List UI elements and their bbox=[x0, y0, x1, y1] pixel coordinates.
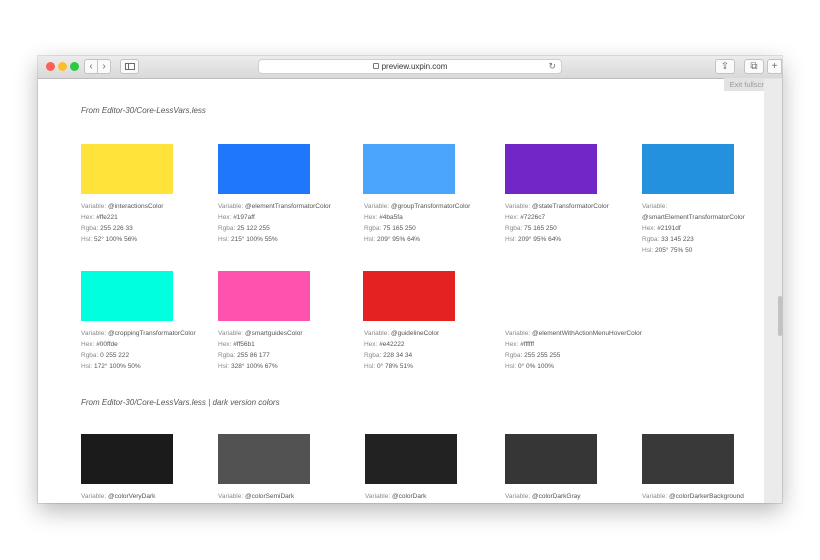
color-info: Variable: @colorDarkerBackground bbox=[642, 493, 744, 500]
color-swatch bbox=[365, 434, 457, 484]
close-window-button[interactable] bbox=[46, 62, 55, 71]
color-swatch bbox=[642, 144, 734, 194]
color-swatch bbox=[363, 144, 455, 194]
show-tabs-button[interactable]: ⧉ bbox=[744, 59, 764, 74]
color-swatch bbox=[81, 144, 173, 194]
lock-icon bbox=[372, 63, 379, 69]
color-swatch bbox=[218, 271, 310, 321]
color-info: Variable: @colorDarkGray bbox=[505, 493, 581, 500]
color-swatch bbox=[218, 434, 310, 484]
browser-window: ‹ › preview.uxpin.com ↻ ⇪ ⧉ + Exit fulls… bbox=[38, 56, 782, 503]
color-info: Variable: @smartElementTransformatorColo… bbox=[642, 203, 745, 254]
new-tab-button[interactable]: + bbox=[767, 59, 782, 74]
color-info: Variable: @elementWithActionMenuHoverCol… bbox=[505, 330, 642, 370]
sidebar-toggle-button[interactable] bbox=[120, 59, 139, 74]
section-title: From Editor-30/Core-LessVars.less | dark… bbox=[81, 398, 280, 407]
color-swatch bbox=[505, 271, 597, 321]
scrollbar-track[interactable] bbox=[764, 79, 782, 503]
color-swatch bbox=[363, 271, 455, 321]
color-swatch bbox=[642, 434, 734, 484]
color-info: Variable: @smartguidesColor Hex: #ff56b1… bbox=[218, 330, 303, 370]
chevron-right-icon: › bbox=[102, 61, 106, 72]
browser-toolbar: ‹ › preview.uxpin.com ↻ ⇪ ⧉ + bbox=[38, 56, 782, 79]
color-swatch bbox=[505, 144, 597, 194]
color-info: Variable: @colorDark bbox=[365, 493, 427, 500]
color-swatch bbox=[81, 271, 173, 321]
color-swatch bbox=[81, 434, 173, 484]
color-info: Variable: @interactionsColor Hex: #ffe22… bbox=[81, 203, 164, 243]
color-info: Variable: @groupTransformatorColor Hex: … bbox=[364, 203, 471, 243]
tabs-icon: ⧉ bbox=[750, 61, 758, 72]
chevron-left-icon: ‹ bbox=[89, 61, 93, 72]
section-title: From Editor-30/Core-LessVars.less bbox=[81, 106, 206, 115]
color-info: Variable: @colorVeryDark bbox=[81, 493, 156, 500]
fullscreen-window-button[interactable] bbox=[70, 62, 79, 71]
forward-button[interactable]: › bbox=[97, 59, 111, 74]
url-text: preview.uxpin.com bbox=[381, 62, 448, 71]
scrollbar-thumb[interactable] bbox=[778, 296, 782, 336]
color-swatch bbox=[505, 434, 597, 484]
share-button[interactable]: ⇪ bbox=[715, 59, 735, 74]
color-info: Variable: @stateTransformatorColor Hex: … bbox=[505, 203, 609, 243]
address-bar[interactable]: preview.uxpin.com ↻ bbox=[258, 59, 562, 74]
color-info: Variable: @guidelineColor Hex: #e42222 R… bbox=[364, 330, 440, 370]
color-info: Variable: @colorSemiDark bbox=[218, 493, 295, 500]
color-info: Variable: @croppingTransformatorColor He… bbox=[81, 330, 196, 370]
color-info: Variable: @elementTransformatorColor Hex… bbox=[218, 203, 331, 243]
color-swatch bbox=[218, 144, 310, 194]
page-content: From Editor-30/Core-LessVars.less Variab… bbox=[38, 79, 782, 503]
back-button[interactable]: ‹ bbox=[84, 59, 98, 74]
plus-icon: + bbox=[771, 61, 778, 72]
sidebar-icon bbox=[124, 63, 135, 70]
share-icon: ⇪ bbox=[720, 61, 730, 72]
minimize-window-button[interactable] bbox=[58, 62, 67, 71]
reload-icon[interactable]: ↻ bbox=[548, 60, 556, 73]
